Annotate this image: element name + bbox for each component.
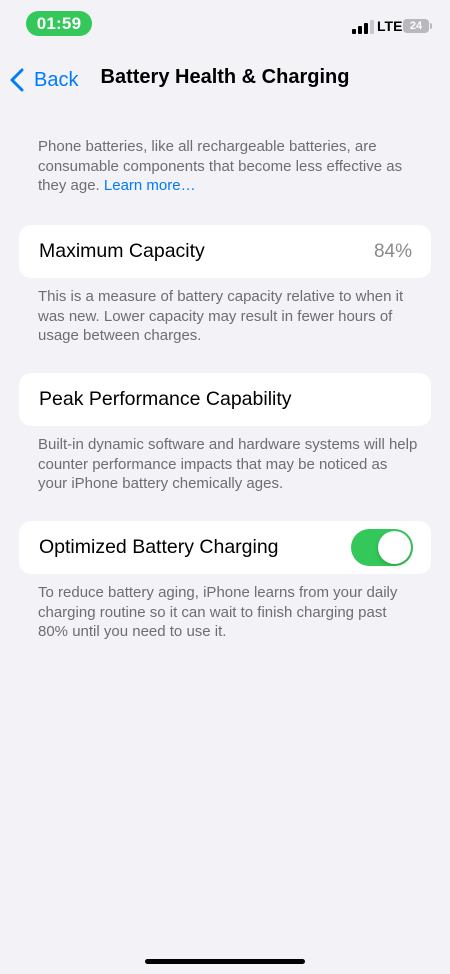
page-title: Battery Health & Charging (100, 66, 350, 88)
home-indicator[interactable] (145, 959, 305, 964)
battery-nub (430, 23, 432, 29)
optimized-charging-footnote: To reduce battery aging, iPhone learns f… (38, 584, 398, 640)
peak-performance-row: Peak Performance Capability (19, 373, 431, 426)
learn-more-link[interactable]: Learn more… (104, 177, 196, 194)
maximum-capacity-row: Maximum Capacity 84% (19, 225, 431, 278)
battery-level: 24 (409, 20, 423, 32)
intro-description: Phone batteries, like all rechargeable b… (38, 138, 403, 194)
network-type: LTE (377, 18, 403, 34)
cellular-signal-icon (352, 20, 374, 34)
optimized-charging-label: Optimized Battery Charging (39, 536, 279, 558)
peak-performance-label: Peak Performance Capability (39, 388, 292, 410)
intro-text: Phone batteries, like all rechargeable b… (38, 137, 418, 196)
screen: 01:59 LTE 24 Back Battery Health & Charg… (0, 0, 450, 974)
toggle-knob (378, 531, 411, 564)
optimized-charging-toggle[interactable] (351, 529, 413, 566)
battery-icon: 24 (403, 19, 429, 33)
status-bar: 01:59 LTE 24 (0, 0, 450, 46)
maximum-capacity-label: Maximum Capacity (39, 240, 205, 262)
maximum-capacity-footnote: This is a measure of battery capacity re… (38, 288, 404, 344)
maximum-capacity-value: 84% (373, 240, 412, 262)
optimized-charging-row: Optimized Battery Charging (19, 521, 431, 574)
status-time[interactable]: 01:59 (26, 11, 92, 36)
peak-performance-footnote: Built-in dynamic software and hardware s… (38, 436, 418, 492)
